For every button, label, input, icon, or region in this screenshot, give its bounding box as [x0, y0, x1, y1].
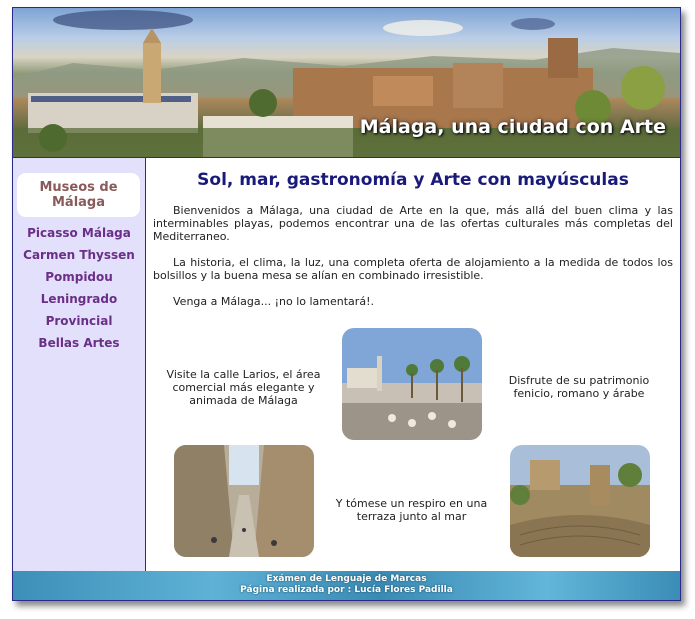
- museums-heading-line2: Málaga: [51, 195, 105, 210]
- sidebar: Museos de Málaga Picasso Málaga Carmen T…: [13, 158, 146, 571]
- photo-seafront-terrace: [342, 328, 482, 440]
- caption-heritage: Disfrute de su patrimonio fenicio, roman…: [508, 374, 650, 400]
- page-frame: Málaga, una ciudad con Arte Museos de Má…: [12, 7, 681, 601]
- caption-terrace: Y tómese un respiro en una terraza junto…: [335, 497, 488, 523]
- closing-paragraph: Venga a Málaga... ¡no lo lamentará!.: [173, 295, 374, 308]
- sidebar-link-leningrado[interactable]: Leningrado: [13, 292, 145, 306]
- museums-heading-line1: Museos de: [39, 180, 118, 195]
- main-title: Sol, mar, gastronomía y Arte con mayúscu…: [197, 170, 629, 190]
- footer-author-line: Página realizada por : Lucía Flores Padi…: [240, 585, 453, 595]
- sidebar-link-provincial[interactable]: Provincial: [13, 314, 145, 328]
- site-title: Málaga, una ciudad con Arte: [359, 116, 666, 138]
- museums-heading-box: Museos de Málaga: [17, 173, 140, 217]
- header-banner: Málaga, una ciudad con Arte: [13, 8, 680, 157]
- photo-alcazaba-theatre: [510, 445, 650, 557]
- sidebar-link-picasso[interactable]: Picasso Málaga: [13, 226, 145, 240]
- intro-paragraph: Bienvenidos a Málaga, una ciudad de Arte…: [153, 204, 673, 243]
- sidebar-link-pompidou[interactable]: Pompidou: [13, 270, 145, 284]
- photo-calle-larios: [174, 445, 314, 557]
- footer: Exámen de Lenguaje de Marcas Página real…: [13, 571, 680, 600]
- second-paragraph: La historia, el clima, la luz, una compl…: [153, 256, 673, 282]
- sidebar-link-carmen-thyssen[interactable]: Carmen Thyssen: [13, 248, 145, 262]
- sidebar-link-bellas-artes[interactable]: Bellas Artes: [13, 336, 145, 350]
- caption-larios: Visite la calle Larios, el área comercia…: [166, 368, 321, 407]
- footer-exam-line: Exámen de Lenguaje de Marcas: [266, 574, 427, 584]
- main-content: Sol, mar, gastronomía y Arte con mayúscu…: [146, 158, 680, 571]
